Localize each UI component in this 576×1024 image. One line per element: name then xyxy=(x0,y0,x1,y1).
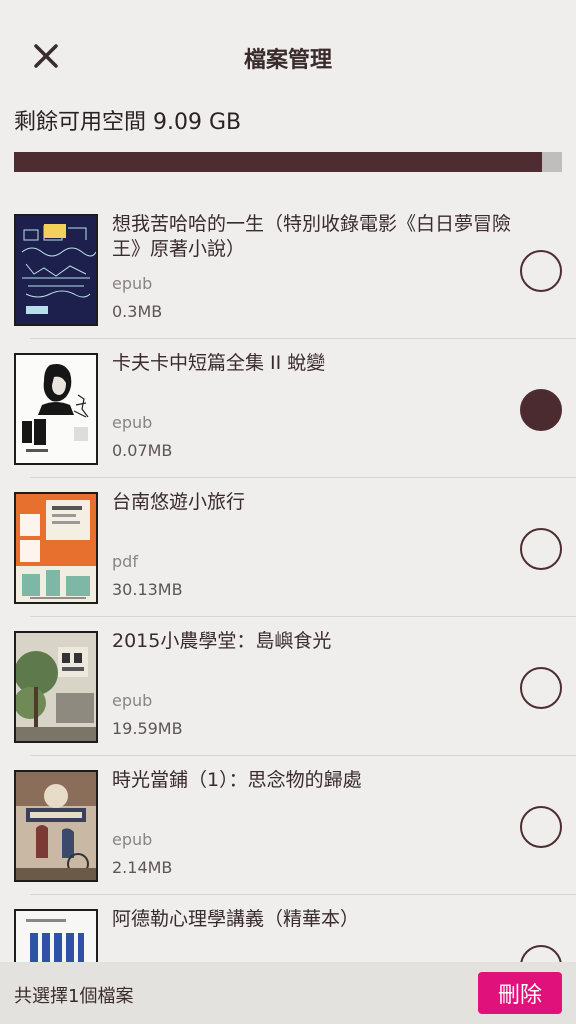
file-size: 19.59MB xyxy=(112,719,183,738)
file-format: epub xyxy=(112,274,153,293)
book-title: 卡夫卡中短篇全集 II 蛻變 xyxy=(112,352,326,374)
storage-remaining-label: 剩餘可用空間 9.09 GB xyxy=(14,110,242,135)
book-cover xyxy=(14,353,98,465)
file-format: epub xyxy=(112,691,153,710)
select-radio[interactable] xyxy=(520,250,562,292)
selection-count: 共選擇1個檔案 xyxy=(14,986,134,1007)
book-cover xyxy=(14,770,98,882)
select-radio[interactable] xyxy=(520,528,562,570)
list-item[interactable]: 卡夫卡中短篇全集 II 蛻變 epub 0.07MB xyxy=(0,339,576,478)
storage-usage-bar xyxy=(14,152,562,172)
list-item[interactable]: 想我苦哈哈的一生（特別收錄電影《白日夢冒險王》原著小說） epub 0.3MB xyxy=(0,200,576,339)
select-radio[interactable] xyxy=(520,806,562,848)
book-cover xyxy=(14,492,98,604)
book-title: 2015小農學堂：島嶼食光 xyxy=(112,630,332,652)
file-format: epub xyxy=(112,413,153,432)
delete-button[interactable]: 刪除 xyxy=(478,972,562,1014)
page-title: 檔案管理 xyxy=(243,48,332,73)
file-format: pdf xyxy=(112,552,138,571)
file-size: 30.13MB xyxy=(112,580,183,599)
file-list: 想我苦哈哈的一生（特別收錄電影《白日夢冒險王》原著小說） epub 0.3MB … xyxy=(0,200,576,1024)
list-item[interactable]: 台南悠遊小旅行 pdf 30.13MB xyxy=(0,478,576,617)
book-title: 阿德勒心理學講義（精華本） xyxy=(112,908,360,930)
list-item[interactable]: 2015小農學堂：島嶼食光 epub 19.59MB xyxy=(0,617,576,756)
book-cover xyxy=(14,631,98,743)
file-size: 0.07MB xyxy=(112,441,173,460)
book-cover xyxy=(14,214,98,326)
list-item[interactable]: 時光當鋪（1）：思念物的歸處 epub 2.14MB xyxy=(0,756,576,895)
file-size: 2.14MB xyxy=(112,858,173,877)
book-title: 台南悠遊小旅行 xyxy=(112,491,246,513)
file-format: epub xyxy=(112,830,153,849)
book-title: 想我苦哈哈的一生（特別收錄電影《白日夢冒險王》原著小說） xyxy=(112,213,512,260)
header: 檔案管理 xyxy=(0,0,576,100)
bottom-bar: 共選擇1個檔案 刪除 xyxy=(0,962,576,1024)
select-radio[interactable] xyxy=(520,667,562,709)
file-size: 0.3MB xyxy=(112,302,163,321)
storage-usage-fill xyxy=(14,152,543,172)
book-title: 時光當鋪（1）：思念物的歸處 xyxy=(112,769,362,791)
select-radio[interactable] xyxy=(520,389,562,431)
